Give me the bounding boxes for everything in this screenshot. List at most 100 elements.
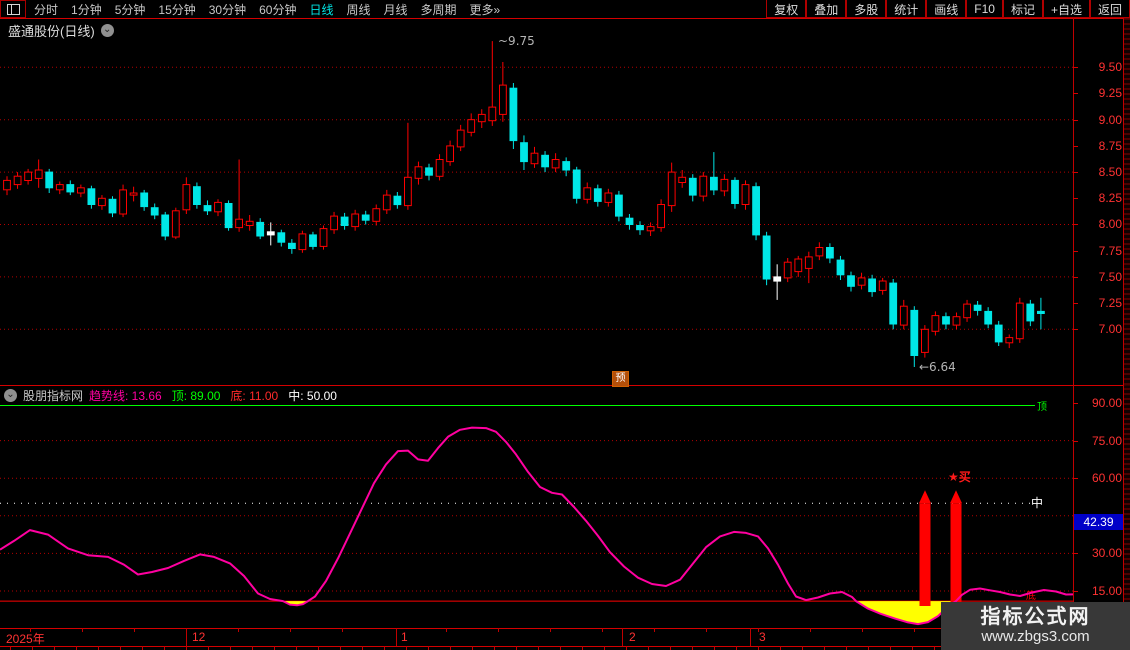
toolbar-button-返回[interactable]: 返回 <box>1090 0 1130 18</box>
candle <box>299 231 306 253</box>
candle <box>25 169 32 185</box>
buy-label: ★买 <box>948 470 971 484</box>
toolbar-button-画线[interactable]: 画线 <box>926 0 966 18</box>
buy-signal-bar <box>920 503 931 606</box>
candle <box>658 199 665 232</box>
price-tick-mark <box>1073 120 1078 121</box>
candle <box>151 204 158 220</box>
mini-scale-strip <box>1124 18 1130 646</box>
candle <box>542 151 549 172</box>
candle <box>289 239 296 254</box>
bottom-tick <box>912 646 913 650</box>
candle <box>605 189 612 207</box>
price-tick-label: 9.50 <box>1078 60 1122 74</box>
period-tab-多周期[interactable]: 多周期 <box>421 1 457 18</box>
price-tick-label: 8.75 <box>1078 139 1122 153</box>
candle <box>383 190 390 214</box>
candle <box>162 212 169 240</box>
candle <box>637 221 644 235</box>
period-tab-分时[interactable]: 分时 <box>34 1 58 18</box>
candle <box>1006 335 1013 349</box>
period-tab-日线[interactable]: 日线 <box>309 1 333 18</box>
candle <box>721 174 728 196</box>
bottom-tick <box>560 646 561 650</box>
candle <box>141 190 148 211</box>
toolbar-button-标记[interactable]: 标记 <box>1003 0 1043 18</box>
bottom-tick <box>494 646 495 650</box>
period-tab-60分钟[interactable]: 60分钟 <box>259 1 296 18</box>
toolbar-button-多股[interactable]: 多股 <box>846 0 886 18</box>
indicator-tick-mark <box>1073 591 1078 592</box>
period-tab-月线[interactable]: 月线 <box>384 1 408 18</box>
period-tab-30分钟[interactable]: 30分钟 <box>209 1 246 18</box>
candle <box>964 300 971 322</box>
indicator-tick-mark <box>1073 403 1078 404</box>
toolbar-button-叠加[interactable]: 叠加 <box>806 0 846 18</box>
last-value-badge: 42.39 <box>1074 514 1123 530</box>
bottom-tick <box>692 646 693 650</box>
minor-tick <box>810 628 811 632</box>
candle <box>341 213 348 230</box>
low-annotation: ←6.64 <box>919 360 956 374</box>
bottom-tick <box>318 646 319 650</box>
bottom-tick <box>32 646 33 650</box>
bottom-tick <box>582 646 583 650</box>
toolbar-button-统计[interactable]: 统计 <box>886 0 926 18</box>
period-tab-1分钟[interactable]: 1分钟 <box>71 1 102 18</box>
candle <box>130 187 137 202</box>
price-tick-mark <box>1073 146 1078 147</box>
buy-signal-bar <box>951 503 962 606</box>
layout-icon[interactable] <box>0 0 26 18</box>
bottom-tick <box>296 646 297 650</box>
period-tab-更多»[interactable]: 更多» <box>470 1 501 18</box>
minor-tick <box>602 628 603 632</box>
minor-tick <box>654 628 655 632</box>
candlestick-chart[interactable]: ~9.75 ←6.64 <box>0 18 1073 385</box>
indicator-values: 趋势线: 13.66顶: 89.00底: 11.00中: 50.00 <box>89 387 337 404</box>
bottom-tick <box>76 646 77 650</box>
price-tick-mark <box>1073 172 1078 173</box>
bottom-tick <box>98 646 99 650</box>
indicator-tick-label: 90.00 <box>1078 396 1122 410</box>
bottom-tick <box>450 646 451 650</box>
indicator-field: 底: 11.00 <box>230 387 278 404</box>
indicator-field: 顶: 89.00 <box>172 387 221 404</box>
candle <box>500 62 507 122</box>
price-tick-label: 8.50 <box>1078 165 1122 179</box>
price-tick-mark <box>1073 251 1078 252</box>
candle <box>426 164 433 181</box>
toolbar-button-+自选[interactable]: +自选 <box>1043 0 1090 18</box>
candle <box>711 152 718 195</box>
candle <box>394 192 401 209</box>
minor-tick <box>550 628 551 632</box>
candle <box>56 182 63 195</box>
high-annotation: ~9.75 <box>498 34 535 48</box>
candle <box>183 177 190 214</box>
chevron-down-icon[interactable]: ⌄ <box>4 389 17 402</box>
toolbar-button-复权[interactable]: 复权 <box>766 0 806 18</box>
period-tab-15分钟[interactable]: 15分钟 <box>158 1 195 18</box>
trend-line <box>0 428 1073 624</box>
minor-tick <box>758 628 759 632</box>
price-tick-label: 7.50 <box>1078 270 1122 284</box>
indicator-chart[interactable]: 顶底★买中 <box>0 386 1073 628</box>
minor-tick <box>498 628 499 632</box>
candle <box>985 307 992 328</box>
time-axis-label: 2 <box>629 630 636 644</box>
candle <box>14 172 21 189</box>
bottom-tick <box>164 646 165 650</box>
period-tab-5分钟[interactable]: 5分钟 <box>115 1 146 18</box>
alert-marker[interactable]: 预 <box>612 371 629 387</box>
candle <box>521 135 528 170</box>
bottom-tick <box>516 646 517 650</box>
candle <box>310 232 317 250</box>
price-tick-label: 7.00 <box>1078 322 1122 336</box>
candle <box>573 167 580 204</box>
candle <box>99 195 106 210</box>
period-tab-周线[interactable]: 周线 <box>346 1 370 18</box>
candle <box>890 279 897 329</box>
bottom-tick <box>758 646 759 650</box>
bottom-tick <box>340 646 341 650</box>
toolbar-button-F10[interactable]: F10 <box>966 0 1003 18</box>
candle <box>700 172 707 201</box>
